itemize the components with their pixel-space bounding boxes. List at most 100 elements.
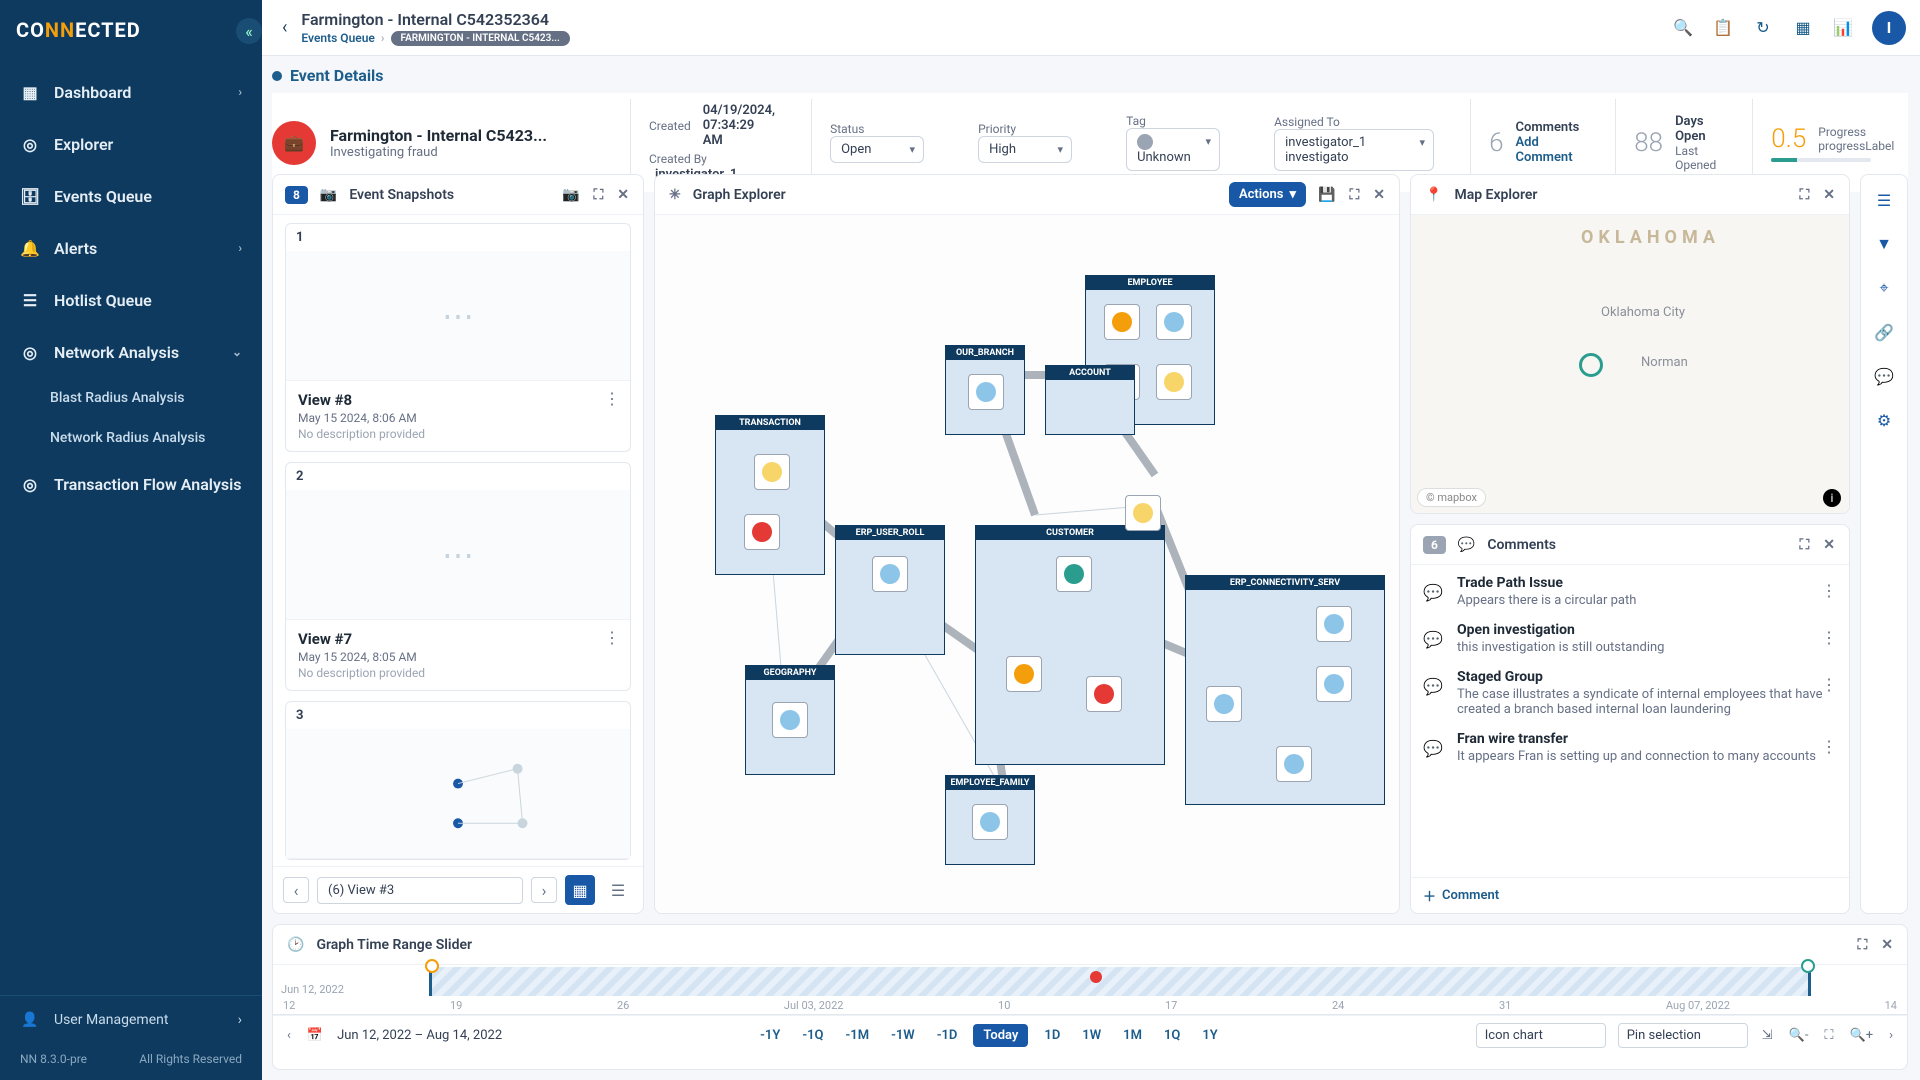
range-chip[interactable]: -1W — [885, 1024, 921, 1047]
graph-actions-button[interactable]: Actions▾ — [1229, 182, 1306, 207]
comment-item[interactable]: 💬 Staged GroupThe case illustrates a syn… — [1423, 669, 1837, 717]
graph-node[interactable] — [1125, 495, 1161, 531]
filter-icon[interactable]: ▼ — [1873, 233, 1895, 255]
range-chip[interactable]: -1Q — [796, 1024, 829, 1047]
slider-track[interactable]: Jun 12, 2022 121926Jul 03, 202210172431A… — [273, 965, 1907, 1015]
range-chip[interactable]: -1Y — [754, 1024, 786, 1047]
link-icon[interactable]: 🔗 — [1873, 321, 1895, 343]
slider-range[interactable] — [429, 967, 1811, 996]
more-icon[interactable]: ⋮ — [1821, 675, 1837, 694]
more-icon[interactable]: ⋮ — [1821, 581, 1837, 600]
nav-hotlist-queue[interactable]: ☰ Hotlist Queue — [0, 274, 262, 326]
nav-events-queue[interactable]: 🗄 Events Queue — [0, 170, 262, 222]
tag-select[interactable]: Unknown — [1126, 128, 1220, 171]
pin-selection-select[interactable]: Pin selection — [1618, 1023, 1748, 1048]
map-canvas[interactable]: OKLAHOMA Oklahoma City Norman © mapbox i — [1411, 215, 1849, 513]
compress-icon[interactable]: ⇲ — [1760, 1026, 1775, 1045]
avatar[interactable]: I — [1872, 11, 1906, 45]
graph-canvas[interactable]: TRANSACTION OUR_BRANCH EMPLOYEE ACCOUNT … — [655, 215, 1399, 913]
range-chip[interactable]: 1Q — [1158, 1024, 1186, 1047]
more-icon[interactable]: ⋮ — [1821, 628, 1837, 647]
graph-group-branch[interactable]: OUR_BRANCH — [945, 345, 1025, 435]
prev-button[interactable]: ‹ — [283, 877, 309, 903]
snapshots-list[interactable]: 1 ⋯ View #8 May 15 2024, 8:06 AM No desc… — [273, 215, 643, 866]
close-icon[interactable]: ✕ — [1879, 935, 1895, 955]
expand-icon[interactable]: ⛶ — [1797, 185, 1811, 205]
priority-select[interactable]: High — [978, 136, 1072, 163]
close-icon[interactable]: ✕ — [615, 185, 631, 205]
nav-blast-radius[interactable]: Blast Radius Analysis — [0, 378, 262, 418]
graph-group-account[interactable]: ACCOUNT — [1045, 365, 1135, 435]
more-icon[interactable]: ⋮ — [1821, 737, 1837, 756]
camera-capture-icon[interactable]: 📷 — [560, 185, 581, 205]
nav-alerts[interactable]: 🔔 Alerts › — [0, 222, 262, 274]
chat-icon[interactable]: 💬 — [1873, 365, 1895, 387]
snapshot-card[interactable]: 3 — [285, 701, 631, 860]
icon-chart-select[interactable]: Icon chart — [1476, 1023, 1606, 1048]
snapshot-card[interactable]: 1 ⋯ View #8 May 15 2024, 8:06 AM No desc… — [285, 223, 631, 452]
range-chip[interactable]: Today — [973, 1024, 1028, 1047]
grid-view-toggle[interactable]: ▦ — [565, 875, 595, 905]
add-comment-link[interactable]: Add Comment — [1516, 135, 1580, 165]
assigned-select[interactable]: investigator_1 investigato — [1274, 129, 1434, 171]
zoom-in-icon[interactable]: 🔍+ — [1848, 1026, 1876, 1045]
expand-icon[interactable]: ⛶ — [1797, 535, 1811, 555]
info-icon[interactable]: i — [1823, 489, 1841, 507]
slider-handle-end[interactable] — [1801, 959, 1815, 973]
graph-group-transaction[interactable]: TRANSACTION — [715, 415, 825, 575]
nav-user-management[interactable]: 👤 User Management › — [0, 995, 262, 1044]
refresh-icon[interactable]: ↻ — [1752, 17, 1774, 39]
focus-icon[interactable]: ⌖ — [1873, 277, 1895, 299]
nav-network-analysis[interactable]: ◎ Network Analysis ⌄ — [0, 326, 262, 378]
nav-transaction-flow[interactable]: ◎ Transaction Flow Analysis — [0, 458, 262, 510]
close-icon[interactable]: ✕ — [1821, 185, 1837, 205]
zoom-fit-icon[interactable]: ⛶ — [1822, 1026, 1835, 1045]
save-icon[interactable]: 💾 — [1316, 185, 1337, 205]
range-chip[interactable]: 1W — [1076, 1024, 1107, 1047]
comment-item[interactable]: 💬 Fran wire transferIt appears Fran is s… — [1423, 731, 1837, 764]
expand-icon[interactable]: ⛶ — [1347, 185, 1361, 205]
map-pin[interactable] — [1579, 353, 1603, 377]
range-chip[interactable]: -1M — [840, 1024, 876, 1047]
range-chip[interactable]: -1D — [931, 1024, 964, 1047]
nav-dashboard[interactable]: ▦ Dashboard › — [0, 66, 262, 118]
range-chip[interactable]: 1D — [1038, 1024, 1066, 1047]
graph-group-customer[interactable]: CUSTOMER — [975, 525, 1165, 765]
list-view-toggle[interactable]: ☰ — [603, 875, 633, 905]
comment-item[interactable]: 💬 Open investigationthis investigation i… — [1423, 622, 1837, 655]
nav-network-radius[interactable]: Network Radius Analysis — [0, 418, 262, 458]
graph-group-family[interactable]: EMPLOYEE_FAMILY — [945, 775, 1035, 865]
chart-icon[interactable]: 📊 — [1832, 17, 1854, 39]
close-icon[interactable]: ✕ — [1821, 535, 1837, 555]
comments-list[interactable]: 💬 Trade Path IssueAppears there is a cir… — [1411, 565, 1849, 877]
sidebar-collapse-button[interactable]: « — [236, 18, 262, 44]
more-icon[interactable]: ⋮ — [604, 389, 620, 408]
camera-icon[interactable]: 📷 — [318, 185, 339, 205]
calendar-icon[interactable]: 📅 — [305, 1026, 325, 1045]
expand-icon[interactable]: ⛶ — [1855, 935, 1869, 955]
more-icon[interactable]: ⋮ — [604, 628, 620, 647]
slider-event-marker[interactable] — [1090, 971, 1102, 983]
search-icon[interactable]: 🔍 — [1672, 17, 1694, 39]
nav-explorer[interactable]: ◎ Explorer — [0, 118, 262, 170]
slider-handle-start[interactable] — [425, 959, 439, 973]
grid-icon[interactable]: ▦ — [1792, 17, 1814, 39]
expand-icon[interactable]: ⛶ — [591, 185, 605, 205]
comment-item[interactable]: 💬 Trade Path IssueAppears there is a cir… — [1423, 575, 1837, 608]
settings-icon[interactable]: ⚙ — [1873, 409, 1895, 431]
back-button[interactable]: ‹ — [276, 11, 293, 44]
prev-icon[interactable]: ‹ — [285, 1026, 293, 1045]
clipboard-icon[interactable]: 📋 — [1712, 17, 1734, 39]
menu-icon[interactable]: ☰ — [1873, 189, 1895, 211]
graph-group-erp-conn[interactable]: ERP_CONNECTIVITY_SERV — [1185, 575, 1385, 805]
range-chip[interactable]: 1Y — [1196, 1024, 1223, 1047]
graph-group-geography[interactable]: GEOGRAPHY — [745, 665, 835, 775]
add-comment-button[interactable]: ＋Comment — [1411, 877, 1849, 913]
range-chip[interactable]: 1M — [1117, 1024, 1148, 1047]
breadcrumb-link[interactable]: Events Queue — [301, 31, 374, 45]
next-button[interactable]: › — [531, 877, 557, 903]
zoom-out-icon[interactable]: 🔍- — [1787, 1026, 1811, 1045]
snapshot-select[interactable]: (6) View #3 — [317, 877, 523, 904]
graph-group-erp-user[interactable]: ERP_USER_ROLL — [835, 525, 945, 655]
close-icon[interactable]: ✕ — [1371, 185, 1387, 205]
